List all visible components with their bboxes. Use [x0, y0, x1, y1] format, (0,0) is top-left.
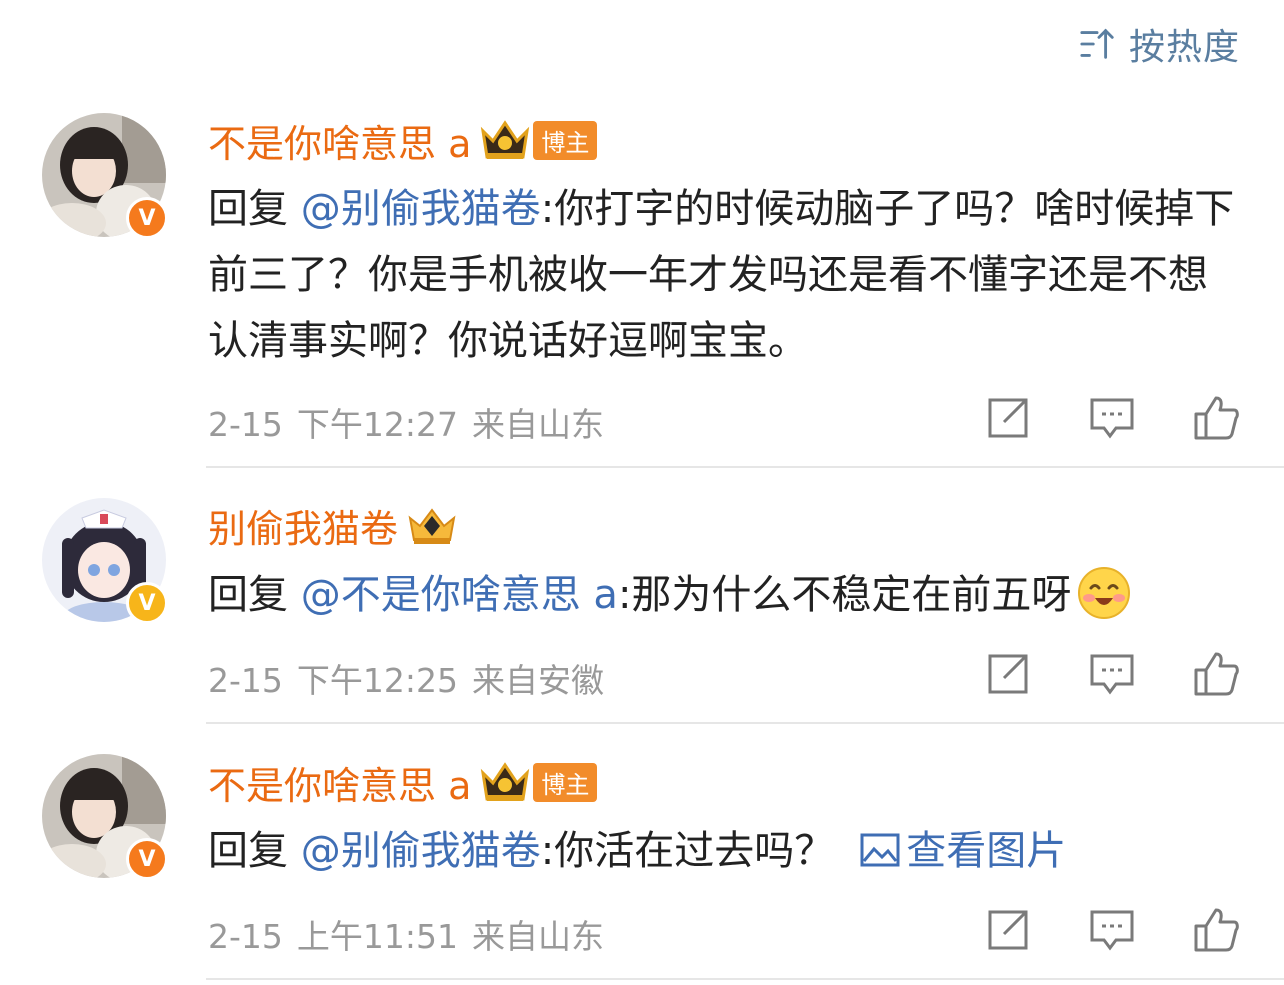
like-icon[interactable]: [1192, 394, 1240, 442]
blogger-badge: 博主: [533, 121, 598, 160]
like-icon[interactable]: [1192, 650, 1240, 698]
blush-emoji-icon: [1078, 567, 1131, 619]
image-icon: [860, 833, 900, 867]
verified-badge-icon: V: [126, 582, 168, 624]
blogger-badge: 博主: [533, 763, 598, 802]
divider: [206, 722, 1284, 724]
crown-icon: [408, 507, 456, 544]
comment-text: 回复 @别偷我猫卷:你打字的时候动脑子了吗？啥时候掉下前三了？你是手机被收一年才…: [208, 176, 1244, 374]
mention-link[interactable]: @别偷我猫卷: [301, 828, 541, 874]
comment-icon[interactable]: [1088, 394, 1136, 442]
verified-badge-icon: V: [126, 197, 168, 239]
comment-username[interactable]: 不是你啥意思 a: [208, 755, 471, 810]
crown-icon: [481, 761, 530, 801]
comment-body: :那为什么不稳定在前五呀: [617, 572, 1072, 618]
divider: [206, 466, 1284, 468]
divider: [206, 978, 1284, 980]
view-picture-link[interactable]: 查看图片: [860, 828, 1066, 874]
like-icon[interactable]: [1192, 906, 1240, 954]
view-picture-label: 查看图片: [906, 828, 1067, 874]
avatar[interactable]: V: [42, 498, 170, 626]
sort-label: 按热度: [1128, 27, 1240, 68]
crown-icon: [481, 119, 530, 159]
reply-prefix: 回复: [208, 186, 301, 232]
comment-location: 来自山东: [472, 405, 605, 444]
comment-time: 下午12:27: [296, 405, 459, 444]
avatar[interactable]: V: [42, 113, 170, 241]
comment-meta: 2-15 下午12:27 来自山东: [208, 398, 618, 446]
comment-date: 2-15: [208, 405, 283, 444]
comment-meta: 2-15 上午11:51 来自山东: [208, 910, 618, 958]
comment-location: 来自安徽: [472, 661, 605, 700]
mention-link[interactable]: @别偷我猫卷: [301, 186, 541, 232]
comment-date: 2-15: [208, 917, 283, 956]
verified-badge-icon: V: [126, 838, 168, 880]
sort-toggle[interactable]: 按热度: [1079, 18, 1240, 70]
comment-text: 回复 @不是你啥意思 a:那为什么不稳定在前五呀: [208, 562, 1244, 628]
comment-meta: 2-15 下午12:25 来自安徽: [208, 654, 618, 702]
comment-icon[interactable]: [1088, 650, 1136, 698]
comment-body: :你活在过去吗？: [540, 828, 835, 874]
repost-icon[interactable]: [984, 394, 1032, 442]
comment-username[interactable]: 不是你啥意思 a: [208, 113, 471, 168]
mention-link[interactable]: @不是你啥意思 a: [301, 572, 618, 618]
avatar[interactable]: V: [42, 754, 170, 882]
comment-icon[interactable]: [1088, 906, 1136, 954]
repost-icon[interactable]: [984, 650, 1032, 698]
comment-location: 来自山东: [472, 917, 605, 956]
comment-username[interactable]: 别偷我猫卷: [208, 498, 398, 553]
reply-prefix: 回复: [208, 828, 301, 874]
comment-time: 下午12:25: [296, 661, 459, 700]
comment-text: 回复 @别偷我猫卷:你活在过去吗？ 查看图片: [208, 818, 1244, 884]
sort-icon: [1080, 28, 1114, 59]
reply-prefix: 回复: [208, 572, 301, 618]
repost-icon[interactable]: [984, 906, 1032, 954]
comment-date: 2-15: [208, 661, 283, 700]
comment-time: 上午11:51: [296, 917, 459, 956]
